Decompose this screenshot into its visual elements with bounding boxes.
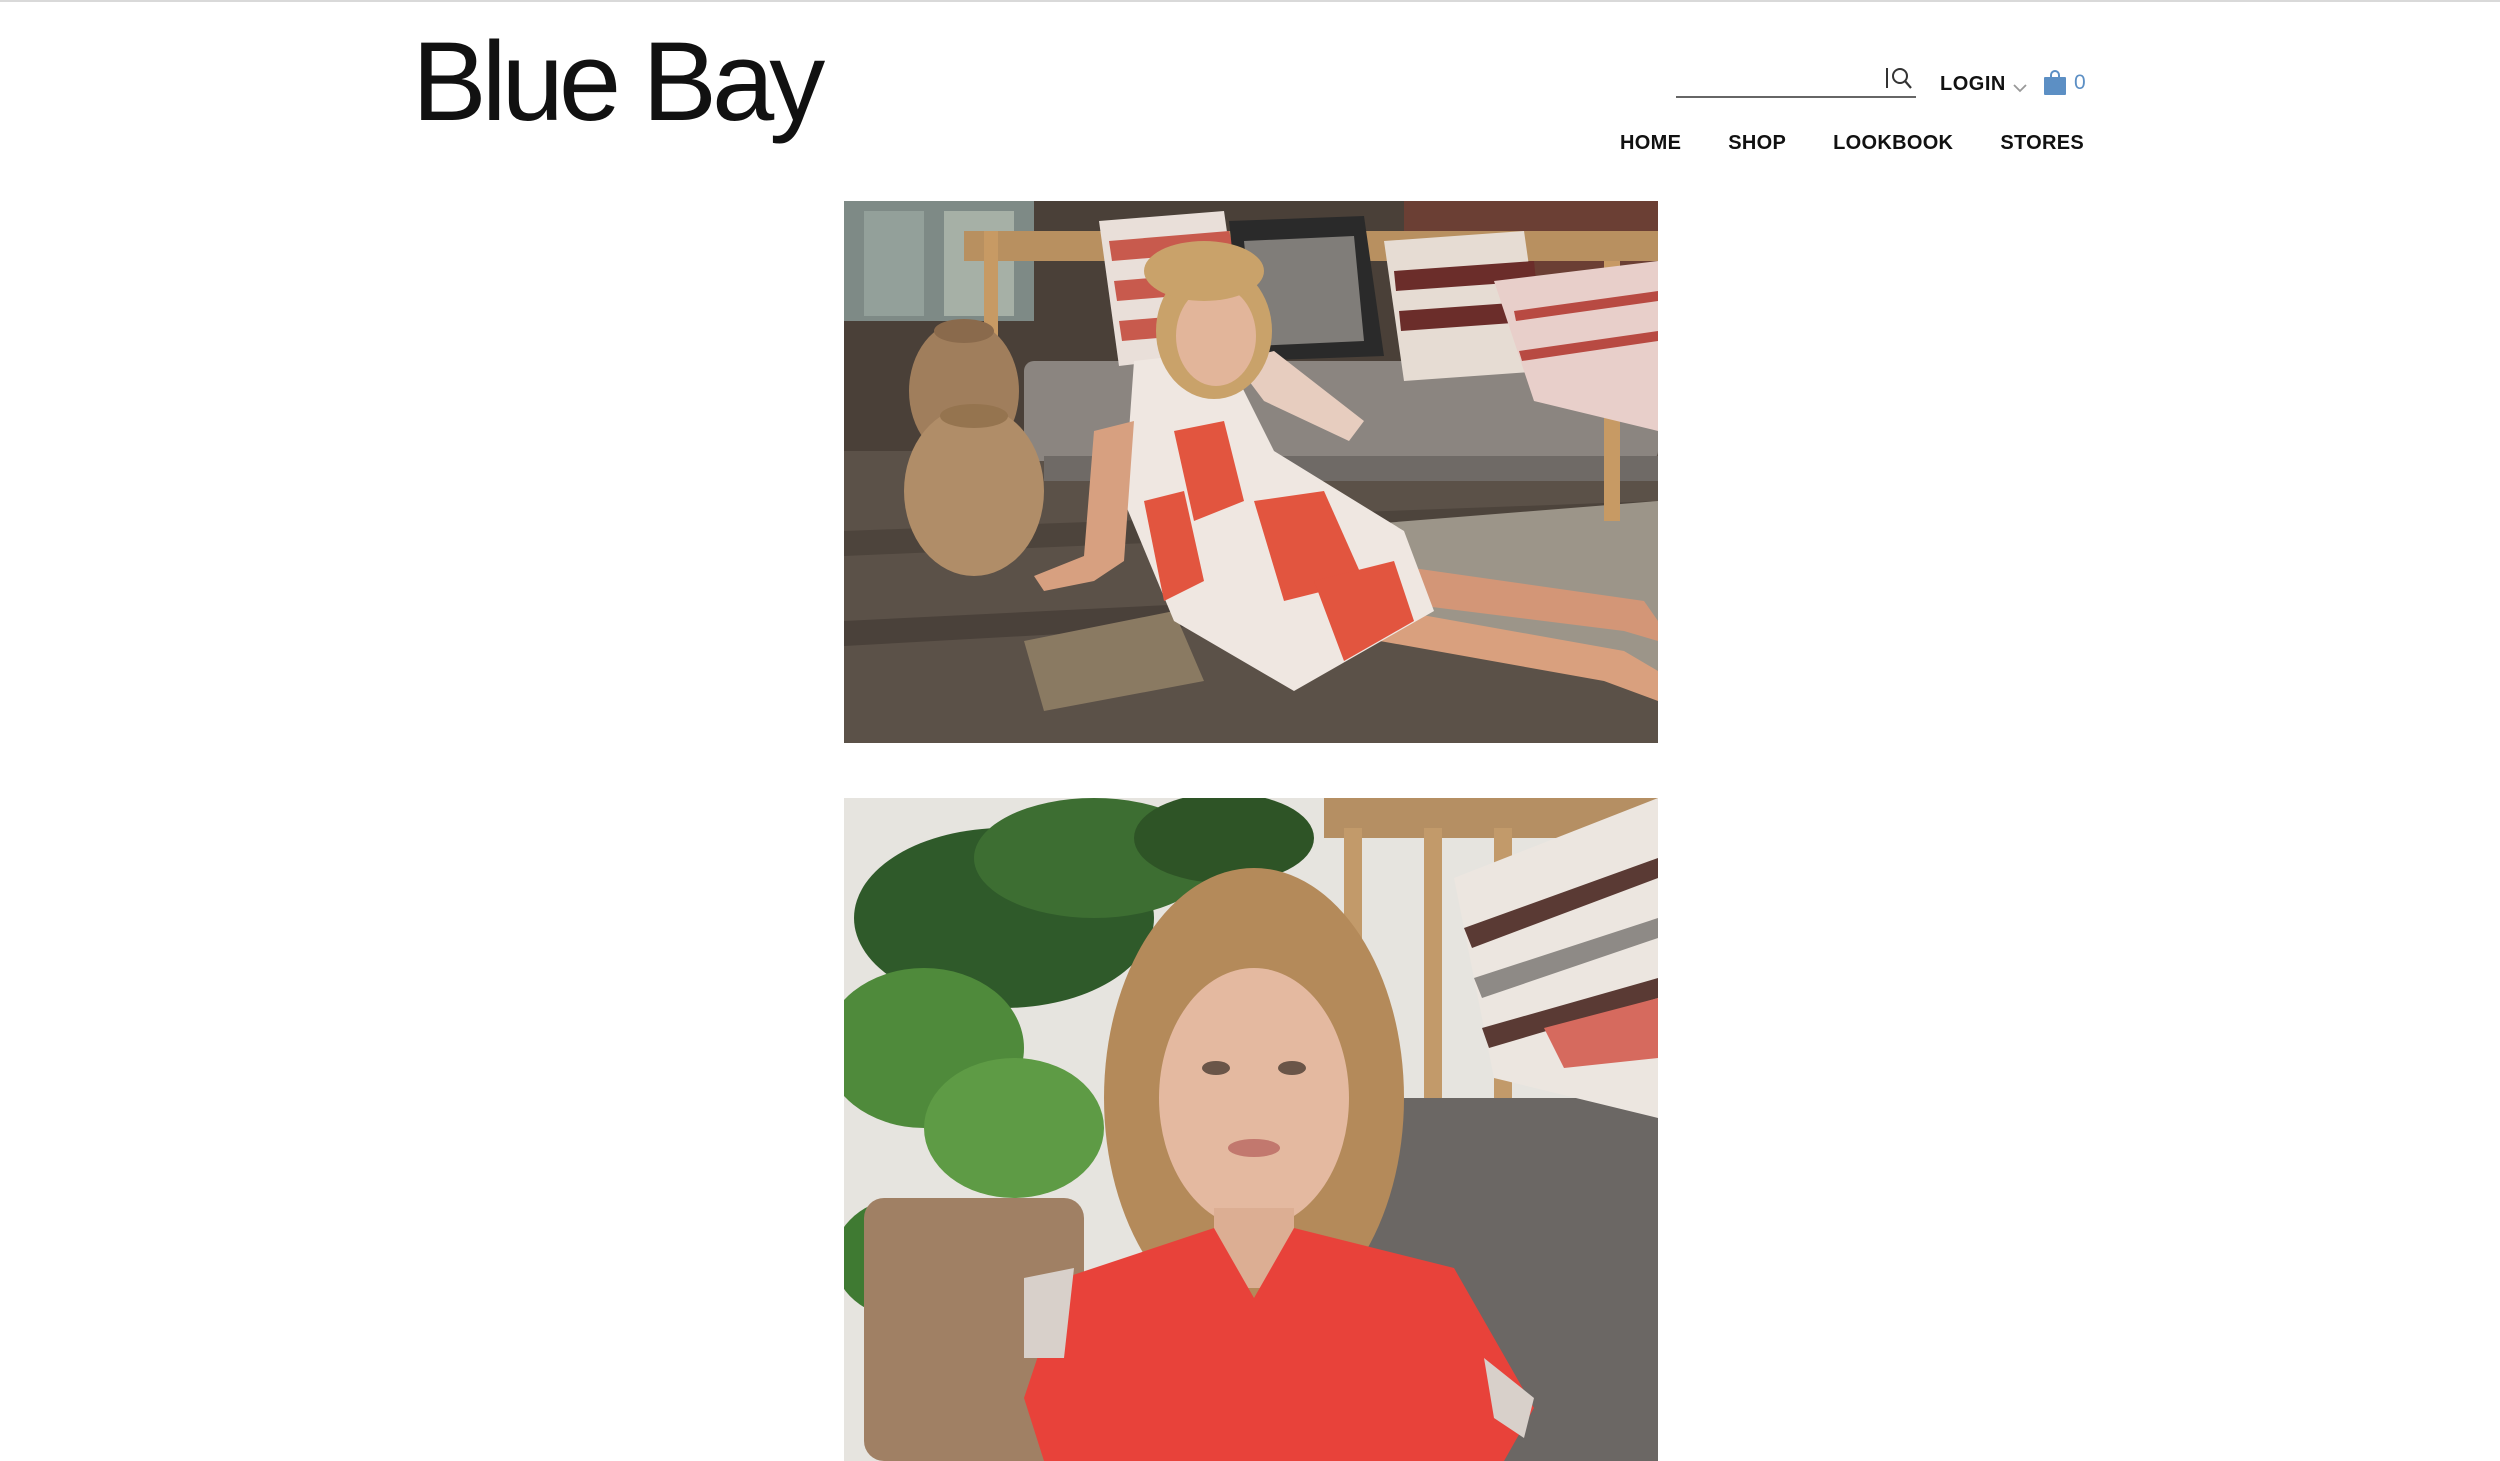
nav-item-lookbook[interactable]: LOOKBOOK — [1833, 132, 1953, 155]
login-label: LOGIN — [1940, 72, 2006, 95]
nav-item-stores[interactable]: STORES — [2000, 132, 2084, 155]
site-header: Blue Bay LOGIN 0 HOME SHOP LOOKBOOK STOR… — [0, 0, 2500, 200]
shopping-bag-icon — [2042, 70, 2068, 96]
lookbook-image-floral-dress[interactable] — [844, 201, 1658, 743]
nav-item-shop[interactable]: SHOP — [1728, 132, 1786, 155]
search-input[interactable] — [1676, 62, 1880, 96]
lookbook-image-red-top[interactable] — [844, 798, 1658, 1461]
chevron-down-icon — [2012, 81, 2028, 93]
brand-logo[interactable]: Blue Bay — [412, 22, 825, 142]
login-menu[interactable]: LOGIN — [1940, 70, 2028, 98]
nav-item-home[interactable]: HOME — [1620, 132, 1681, 155]
cart-button[interactable]: 0 — [2042, 68, 2086, 98]
cart-count: 0 — [2074, 71, 2086, 94]
search-box — [1676, 62, 1916, 98]
main-nav: HOME SHOP LOOKBOOK STORES — [1620, 128, 2084, 158]
search-icon[interactable] — [1884, 64, 1914, 92]
